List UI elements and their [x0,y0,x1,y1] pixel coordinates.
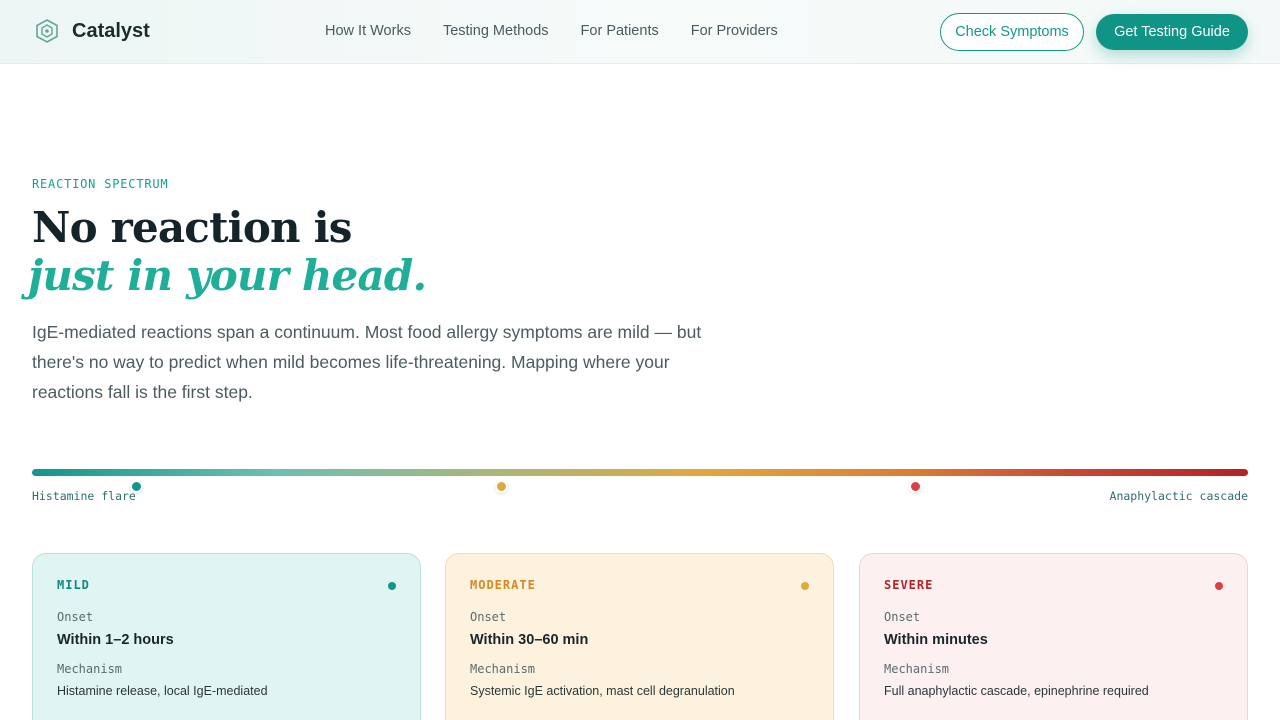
headline-line2: just in your head. [28,251,427,300]
nav-link-testing-methods[interactable]: Testing Methods [443,23,549,39]
onset-value: Within 30–60 min [470,632,589,648]
card-title: SEVERE [884,578,934,592]
brand[interactable]: Catalyst [36,19,150,43]
onset-label: Onset [470,610,507,624]
spectrum-marker-moderate[interactable] [495,480,508,493]
severity-card-mild[interactable]: MILD Onset Within 1–2 hours Mechanism Hi… [32,553,421,720]
status-dot [388,582,396,590]
hero-lede: IgE-mediated reactions span a continuum.… [32,322,702,402]
status-dot [1215,582,1223,590]
hero-headline: No reaction is just in your head. [28,203,427,300]
severity-card-severe[interactable]: SEVERE Onset Within minutes Mechanism Fu… [859,553,1248,720]
onset-value: Within 1–2 hours [57,632,174,648]
severity-card-moderate[interactable]: MODERATE Onset Within 30–60 min Mechanis… [445,553,834,720]
onset-label: Onset [57,610,94,624]
nav-links: How It Works Testing Methods For Patient… [325,23,810,39]
nav-link-for-providers[interactable]: For Providers [691,23,778,39]
get-testing-guide-button[interactable]: Get Testing Guide [1096,14,1248,50]
mechanism-value: Histamine release, local IgE-mediated [57,684,268,698]
onset-label: Onset [884,610,921,624]
status-dot [801,582,809,590]
nav-link-for-patients[interactable]: For Patients [581,23,659,39]
mechanism-label: Mechanism [57,662,123,676]
headline-line1: No reaction is [32,203,352,252]
reaction-spectrum-bar [32,469,1248,476]
mechanism-value: Systemic IgE activation, mast cell degra… [470,684,735,698]
card-title: MODERATE [470,578,536,592]
section-eyebrow: REACTION SPECTRUM [32,177,169,191]
spectrum-right-label: Anaphylactic cascade [1109,489,1248,503]
check-symptoms-button[interactable]: Check Symptoms [940,13,1084,51]
top-nav: Catalyst How It Works Testing Methods Fo… [0,0,1280,64]
nav-link-how-it-works[interactable]: How It Works [325,23,411,39]
onset-value: Within minutes [884,632,988,648]
mechanism-label: Mechanism [470,662,536,676]
shield-hex-icon [36,19,58,43]
mechanism-label: Mechanism [884,662,950,676]
spectrum-marker-severe[interactable] [909,480,922,493]
spectrum-left-label: Histamine flare [32,489,136,503]
mechanism-value: Full anaphylactic cascade, epinephrine r… [884,684,1149,698]
card-title: MILD [57,578,90,592]
brand-name: Catalyst [72,19,150,42]
